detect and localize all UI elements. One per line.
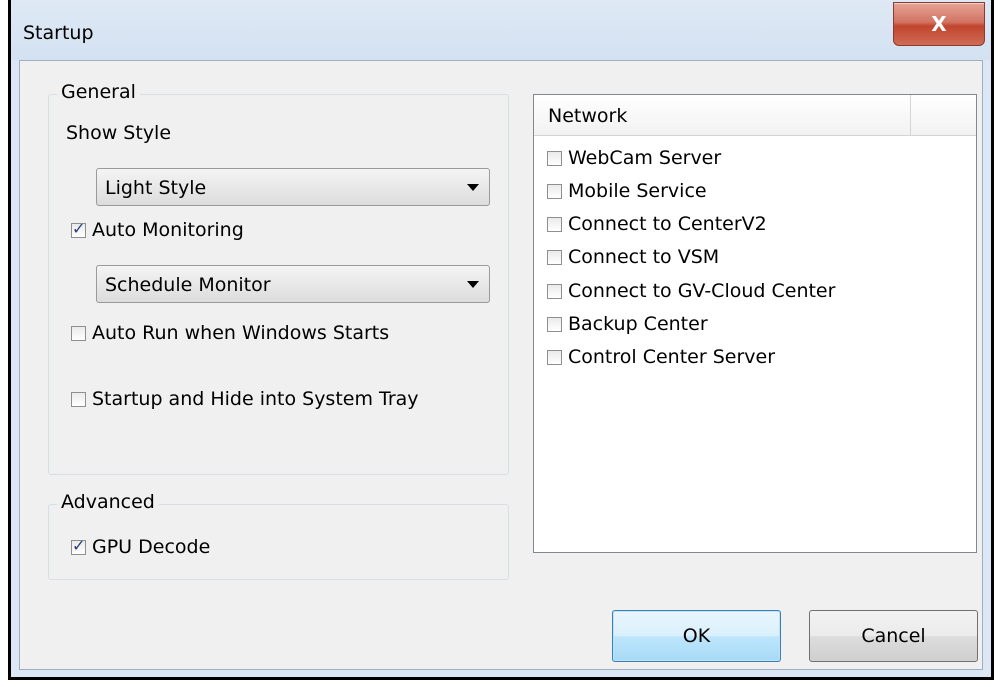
- advanced-legend: Advanced: [57, 491, 159, 513]
- network-item-gv-cloud-center[interactable]: Connect to GV-Cloud Center: [547, 280, 835, 302]
- network-item-vsm[interactable]: Connect to VSM: [547, 246, 719, 268]
- show-style-value: Light Style: [105, 177, 207, 199]
- checkbox-icon: [547, 183, 562, 199]
- auto-run-label: Auto Run when Windows Starts: [92, 322, 390, 344]
- network-item-label: Connect to CenterV2: [568, 213, 767, 235]
- network-item-label: Control Center Server: [568, 346, 776, 368]
- advanced-group: Advanced GPU Decode: [48, 491, 509, 580]
- checkbox-icon: [547, 316, 562, 332]
- title-bar[interactable]: Startup X: [11, 0, 991, 60]
- chevron-down-icon: [467, 184, 479, 191]
- network-list-header[interactable]: Network: [534, 95, 976, 136]
- network-item-label: Mobile Service: [568, 180, 707, 202]
- network-item-webcam-server[interactable]: WebCam Server: [547, 147, 721, 169]
- window-title: Startup: [23, 22, 94, 44]
- close-icon: X: [931, 12, 947, 36]
- network-item-backup-center[interactable]: Backup Center: [547, 313, 708, 335]
- checkbox-icon: [547, 349, 562, 365]
- column-separator: [910, 95, 911, 135]
- monitor-mode-select[interactable]: Schedule Monitor: [96, 265, 490, 303]
- ok-label: OK: [682, 625, 711, 647]
- network-item-centerv2[interactable]: Connect to CenterV2: [547, 213, 767, 235]
- checkbox-icon: [547, 249, 562, 265]
- dialog-body: General Show Style Light Style Auto Moni…: [19, 60, 983, 670]
- checkbox-icon: [71, 391, 86, 407]
- ok-button[interactable]: OK: [612, 610, 781, 662]
- general-legend: General: [57, 81, 140, 103]
- auto-run-checkbox[interactable]: Auto Run when Windows Starts: [71, 322, 389, 344]
- checkbox-icon: [547, 216, 562, 232]
- general-group: General Show Style Light Style Auto Moni…: [48, 81, 509, 475]
- show-style-label: Show Style: [66, 122, 172, 144]
- monitor-mode-value: Schedule Monitor: [105, 274, 271, 296]
- cancel-button[interactable]: Cancel: [809, 610, 978, 662]
- cancel-label: Cancel: [861, 625, 926, 647]
- checkbox-icon: [547, 283, 562, 299]
- network-item-label: Connect to VSM: [568, 246, 720, 268]
- startup-dialog: Startup X General Show Style Light Style…: [8, 0, 994, 680]
- startup-hide-checkbox[interactable]: Startup and Hide into System Tray: [71, 388, 419, 410]
- checkbox-icon: [547, 150, 562, 166]
- network-item-label: WebCam Server: [568, 147, 722, 169]
- checkbox-icon: [71, 536, 86, 555]
- network-list[interactable]: Network WebCam Server Mobile Service Con…: [533, 94, 977, 553]
- network-item-label: Connect to GV-Cloud Center: [568, 280, 836, 302]
- gpu-decode-checkbox[interactable]: GPU Decode: [71, 536, 210, 558]
- startup-hide-label: Startup and Hide into System Tray: [92, 388, 419, 410]
- network-item-control-center-server[interactable]: Control Center Server: [547, 346, 775, 368]
- show-style-select[interactable]: Light Style: [96, 168, 490, 206]
- checkbox-icon: [71, 325, 86, 341]
- auto-monitoring-label: Auto Monitoring: [92, 219, 244, 241]
- gpu-decode-label: GPU Decode: [92, 536, 211, 558]
- network-item-mobile-service[interactable]: Mobile Service: [547, 180, 707, 202]
- auto-monitoring-checkbox[interactable]: Auto Monitoring: [71, 219, 244, 241]
- chevron-down-icon: [467, 281, 479, 288]
- close-button[interactable]: X: [893, 2, 985, 46]
- checkbox-icon: [71, 219, 86, 238]
- network-item-label: Backup Center: [568, 313, 708, 335]
- network-column-header: Network: [548, 105, 628, 127]
